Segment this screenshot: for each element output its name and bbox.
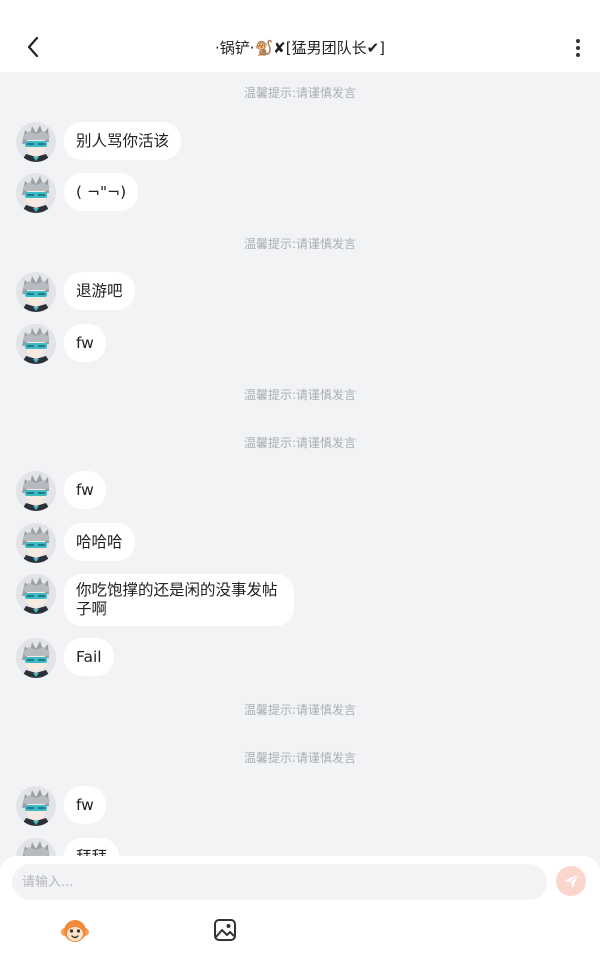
avatar[interactable] — [16, 324, 56, 364]
avatar[interactable] — [16, 122, 56, 162]
message-bubble[interactable]: 别人骂你活该 — [64, 122, 182, 160]
message-input[interactable] — [12, 864, 547, 900]
message-bubble[interactable]: 退游吧 — [64, 272, 135, 310]
user-avatar-image — [16, 471, 56, 511]
chat-area[interactable]: 温馨提示:请谨慎发言 别人骂你活该 ( ¬"¬) 温馨提示:请谨慎发言 退游吧 … — [0, 72, 600, 856]
user-avatar-image — [16, 173, 56, 213]
chat-title: ·锅铲·🐒✘[猛男团队长✔] — [214, 39, 386, 57]
message-bubble[interactable]: fw — [64, 324, 106, 362]
avatar[interactable] — [16, 173, 56, 213]
message-bubble[interactable]: 拜拜 — [64, 838, 120, 856]
send-button[interactable] — [556, 866, 586, 896]
user-avatar-image — [16, 838, 56, 856]
paper-plane-icon — [564, 873, 579, 888]
message-bubble[interactable]: 哈哈哈 — [64, 523, 135, 561]
user-avatar-image — [16, 523, 56, 563]
notice-text: 温馨提示:请谨慎发言 — [243, 751, 357, 765]
avatar[interactable] — [16, 638, 56, 678]
monkey-emoji-icon — [61, 920, 89, 942]
avatar[interactable] — [16, 786, 56, 826]
message-bubble[interactable]: Fail — [64, 638, 114, 676]
notice-text: 温馨提示:请谨慎发言 — [243, 388, 357, 402]
message-bubble[interactable]: fw — [64, 786, 106, 824]
message-bubble[interactable]: 你吃饱撑的还是闲的没事发帖子啊 — [64, 574, 294, 626]
vertical-dots-icon — [576, 39, 580, 43]
back-button[interactable] — [20, 34, 46, 60]
user-avatar-image — [16, 122, 56, 162]
emoji-button[interactable] — [60, 916, 90, 946]
image-button[interactable] — [212, 917, 238, 943]
avatar[interactable] — [16, 523, 56, 563]
notice-text: 温馨提示:请谨慎发言 — [243, 436, 357, 450]
notice-text: 温馨提示:请谨慎发言 — [243, 86, 357, 100]
avatar[interactable] — [16, 272, 56, 312]
user-avatar-image — [16, 638, 56, 678]
avatar[interactable] — [16, 838, 56, 856]
notice-text: 温馨提示:请谨慎发言 — [243, 237, 357, 251]
user-avatar-image — [16, 324, 56, 364]
top-bar: ·锅铲·🐒✘[猛男团队长✔] — [0, 0, 600, 72]
input-bar — [0, 856, 600, 960]
user-avatar-image — [16, 272, 56, 312]
avatar[interactable] — [16, 574, 56, 614]
notice-text: 温馨提示:请谨慎发言 — [243, 703, 357, 717]
chevron-left-icon — [27, 36, 39, 58]
user-avatar-image — [16, 574, 56, 614]
message-bubble[interactable]: fw — [64, 471, 106, 509]
user-avatar-image — [16, 786, 56, 826]
avatar[interactable] — [16, 471, 56, 511]
message-bubble[interactable]: ( ¬"¬) — [64, 173, 139, 211]
more-options-button[interactable] — [570, 36, 586, 60]
image-icon — [214, 919, 236, 941]
